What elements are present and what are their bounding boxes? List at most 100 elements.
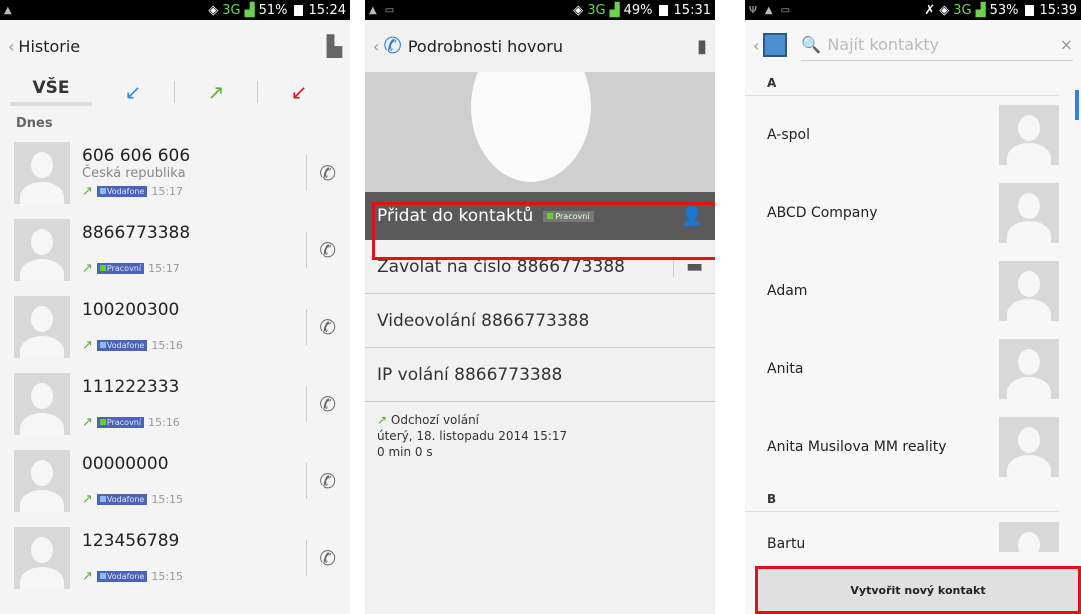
phone-icon[interactable]: ✆ — [319, 392, 336, 416]
battery-level: 53% — [989, 2, 1019, 18]
signal-icon: ▟ — [244, 2, 255, 18]
divider — [306, 308, 308, 345]
call-history-screen: ▲ ◈ 3G ▟ 51% 15:24 ‹ Historie ▙ VŠE ↙ ↗ ↙ Dn… — [0, 0, 350, 614]
outgoing-call-icon: ↗ — [82, 184, 93, 199]
search-icon: 🔍 — [801, 35, 822, 54]
section-header-b: B — [745, 486, 1059, 512]
country — [82, 243, 306, 259]
avatar — [14, 372, 70, 435]
mute-icon: ✗ — [924, 2, 936, 18]
avatar — [14, 141, 70, 204]
search-input[interactable]: 🔍 Najít kontakty × — [801, 29, 1073, 61]
phone-number: 00000000 — [82, 454, 169, 474]
call-time: 15:17 — [148, 262, 180, 275]
country — [82, 320, 306, 336]
badge-label: Pracovní — [106, 264, 142, 273]
account-badge: Vodafone — [96, 494, 148, 505]
page-title: Podrobnosti hovoru — [407, 36, 564, 56]
outgoing-call-icon: ↗ — [82, 569, 93, 584]
outgoing-call-icon: ↗ — [82, 261, 93, 276]
phone-icon[interactable]: ✆ — [319, 469, 336, 493]
contact-name: Bartu — [767, 536, 806, 552]
phone-icon[interactable]: ✆ — [319, 546, 336, 570]
battery-level: 51% — [258, 2, 288, 18]
image-icon: ▭ — [780, 4, 791, 16]
call-type: Odchozí volání — [390, 413, 480, 427]
contact-avatar — [999, 183, 1059, 243]
country — [82, 397, 306, 413]
back-icon[interactable]: ‹ — [753, 36, 759, 55]
clear-icon[interactable]: × — [1060, 35, 1073, 54]
status-bar: ▲ ◈ 3G ▟ 51% 15:24 — [0, 0, 350, 20]
divider — [306, 385, 308, 422]
phone-app-icon: ✆ — [383, 33, 402, 59]
account-badge: Pracovní — [96, 263, 145, 274]
contact-avatar — [999, 522, 1059, 552]
ip-call-button[interactable]: IP volání 8866773388 — [365, 348, 715, 402]
phone-number: 606 606 606 — [82, 146, 191, 166]
contact-photo — [365, 72, 715, 192]
contacts-screen: Ψ ▲ ▭ ✗ ◈ 3G ▟ 53% 15:39 ‹ 🔍 Najít kontakty × A… — [745, 0, 1081, 614]
outgoing-call-icon: ↗ — [82, 415, 93, 430]
contact-row[interactable]: Adam — [745, 252, 1081, 330]
country — [82, 474, 306, 490]
incoming-calls-icon[interactable]: ↙ — [92, 80, 174, 104]
call-log-row[interactable]: 123456789 ↗ Vodafone 15:15 ✆ — [0, 519, 350, 596]
delete-icon[interactable]: ▮ — [697, 36, 707, 57]
country: Česká republika — [82, 166, 186, 181]
contact-row[interactable]: Anita — [745, 330, 1081, 408]
battery-level: 49% — [623, 2, 653, 18]
sim-card-icon[interactable]: ▙ — [327, 34, 342, 58]
scrollbar[interactable] — [1075, 90, 1079, 120]
phone-icon[interactable]: ✆ — [319, 315, 336, 339]
badge-label: Vodafone — [106, 572, 145, 581]
tab-all[interactable]: VŠE — [10, 78, 92, 106]
outgoing-calls-icon[interactable]: ↗ — [175, 80, 257, 104]
clock: 15:24 — [308, 2, 346, 18]
call-log-row[interactable]: 100200300 ↗ Vodafone 15:16 ✆ — [0, 288, 350, 365]
phone-number: 8866773388 — [82, 223, 191, 243]
video-call-label: Videovolání 8866773388 — [377, 310, 590, 331]
network-type: 3G — [953, 2, 972, 18]
call-log-row[interactable]: 00000000 ↗ Vodafone 15:15 ✆ — [0, 442, 350, 519]
action-bar: ‹ Historie ▙ — [0, 20, 350, 72]
contact-row[interactable]: Anita Musilova MM reality — [745, 408, 1081, 486]
call-duration: 0 min 0 s — [377, 445, 433, 459]
battery-icon — [1024, 4, 1034, 16]
call-log-row[interactable]: 8866773388 ↗ Pracovní 15:17 ✆ — [0, 211, 350, 288]
call-log-row[interactable]: 111222333 ↗ Pracovní 15:16 ✆ — [0, 365, 350, 442]
image-icon: ▭ — [384, 4, 395, 16]
contact-name: ABCD Company — [767, 205, 878, 221]
call-time: 15:16 — [151, 339, 184, 352]
divider — [306, 231, 308, 268]
contact-row[interactable]: A-spol — [745, 96, 1081, 174]
back-icon[interactable]: ‹ — [8, 37, 14, 56]
video-call-button[interactable]: Videovolání 8866773388 — [365, 294, 715, 348]
back-icon[interactable]: ‹ — [373, 37, 379, 56]
outgoing-call-icon: ↗ — [82, 492, 93, 507]
call-time: 15:17 — [151, 185, 184, 198]
wifi-icon: ◈ — [208, 2, 219, 18]
phone-icon[interactable]: ✆ — [319, 161, 336, 185]
avatar — [14, 526, 70, 589]
action-bar: ‹ ✆ Podrobnosti hovoru ▮ — [365, 20, 715, 72]
avatar — [14, 449, 70, 512]
clock: 15:39 — [1039, 2, 1077, 18]
missed-calls-icon[interactable]: ↙ — [258, 80, 340, 104]
phone-icon[interactable]: ✆ — [319, 238, 336, 262]
account-badge: Vodafone — [96, 340, 148, 351]
wifi-icon: ◈ — [573, 2, 584, 18]
contact-name: A-spol — [767, 127, 810, 143]
call-log-row[interactable]: 606 606 606 Česká republika ↗ Vodafone 15:… — [0, 134, 350, 211]
contact-avatar — [999, 261, 1059, 321]
divider — [306, 539, 308, 576]
create-contact-button[interactable]: Vytvořit nový kontakt — [755, 566, 1081, 614]
highlight-box — [372, 202, 715, 260]
call-date: úterý, 18. listopadu 2014 15:17 — [377, 429, 568, 443]
search-bar: ‹ 🔍 Najít kontakty × — [745, 20, 1081, 70]
usb-icon: Ψ — [749, 4, 757, 16]
contact-row[interactable]: ABCD Company — [745, 174, 1081, 252]
contact-row[interactable]: Bartu — [745, 512, 1081, 552]
badge-label: Pracovní — [106, 418, 142, 427]
wifi-icon: ◈ — [939, 2, 950, 18]
